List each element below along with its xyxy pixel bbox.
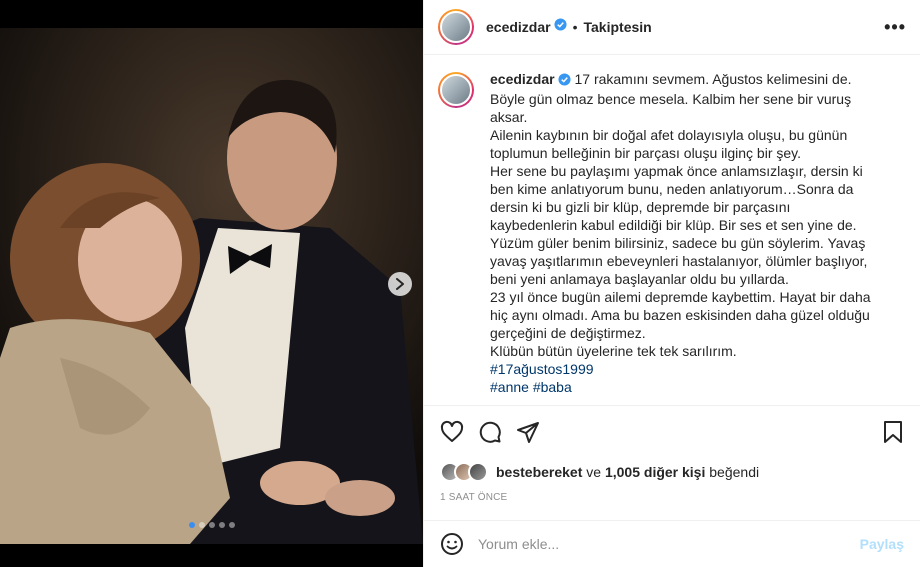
post-actions-area: bestebereket ve 1,005 diğer kişi beğendi… xyxy=(424,405,920,503)
post-header: ecedizdar • Takiptesin ••• xyxy=(424,0,920,55)
carousel-dot xyxy=(218,522,225,528)
caption-text: 17 rakamını sevmem. Ağustos kelimesini d… xyxy=(574,71,852,87)
couple-photo-illustration xyxy=(0,28,423,544)
caption-line: kaybedenlerin kabul edildiği bir klüp. B… xyxy=(490,217,857,233)
caption-line: toplumun belleğinin bir parçası oluşu il… xyxy=(490,145,802,161)
avatar[interactable] xyxy=(468,462,488,482)
chevron-right-icon xyxy=(396,278,404,290)
caption-line: yavaş yaşıtlarımın ebeveynleri hastalanı… xyxy=(490,253,868,269)
caption-username[interactable]: ecedizdar xyxy=(490,71,555,87)
post-photo[interactable] xyxy=(0,28,423,544)
comment-bubble-icon[interactable] xyxy=(478,420,502,444)
share-paper-plane-icon[interactable] xyxy=(516,420,540,444)
caption-line: gerçeğini de değiştirmez. xyxy=(490,325,646,341)
likes-suffix: beğendi xyxy=(709,464,760,480)
carousel-dot xyxy=(208,522,215,528)
carousel-indicator xyxy=(0,522,423,528)
likes-summary: bestebereket ve 1,005 diğer kişi beğendi xyxy=(424,460,920,484)
caption-line: dersin ki bu gizli bir klüp, depremde bi… xyxy=(490,199,791,215)
carousel-dot xyxy=(188,522,195,528)
author-avatar[interactable] xyxy=(438,9,474,45)
follow-status-button[interactable]: Takiptesin xyxy=(584,19,652,35)
more-options-icon[interactable]: ••• xyxy=(884,18,906,36)
action-bar xyxy=(424,406,920,458)
caption-body: ecedizdar 17 rakamını sevmem. Ağustos ke… xyxy=(490,70,871,404)
carousel-dot xyxy=(198,522,205,528)
post-panel: ecedizdar • Takiptesin ••• ecedizdar 17 … xyxy=(423,0,920,567)
caption-avatar[interactable] xyxy=(438,72,474,108)
like-heart-icon[interactable] xyxy=(440,420,464,444)
comment-input[interactable] xyxy=(478,536,860,552)
hashtag-link[interactable]: #17ağustos1999 xyxy=(490,360,871,378)
caption-line: Böyle gün olmaz bence mesela. Kalbim her… xyxy=(490,91,852,107)
caption-line: aksar. xyxy=(490,109,528,125)
likes-connector: ve xyxy=(586,464,602,480)
caption-line: Ailenin kaybının bir doğal afet dolayısı… xyxy=(490,127,848,143)
caption-line: Her sene bu paylaşımı yapmak önce anlams… xyxy=(490,163,863,179)
comment-box: Paylaş xyxy=(424,520,920,567)
bookmark-icon[interactable] xyxy=(882,420,904,444)
verified-badge-icon xyxy=(558,72,571,90)
liker-avatars xyxy=(440,462,488,482)
caption-line: hiç aynı olmadı. Ama bu bazen eskisinden… xyxy=(490,307,870,323)
carousel-next-button[interactable] xyxy=(388,272,412,296)
post-caption: ecedizdar 17 rakamını sevmem. Ağustos ke… xyxy=(438,70,908,404)
liker-username[interactable]: bestebereket xyxy=(496,464,582,480)
emoji-smiley-icon[interactable] xyxy=(440,532,464,556)
carousel-dot xyxy=(228,522,235,528)
caption-line: Klübün bütün üyelerine tek tek sarılırım… xyxy=(490,343,737,359)
hashtag-link[interactable]: #anne #baba xyxy=(490,378,871,396)
likes-count-link[interactable]: 1,005 diğer kişi xyxy=(605,464,705,480)
author-username[interactable]: ecedizdar xyxy=(486,19,551,35)
post-comment-button[interactable]: Paylaş xyxy=(860,536,904,552)
header-separator: • xyxy=(572,19,578,35)
caption-line: beni yeni anlamaya başlayanlar oldu bu y… xyxy=(490,271,789,287)
caption-line: Yüzüm güler benim bilirsiniz, sadece bu … xyxy=(490,235,866,251)
post-timestamp[interactable]: 1 SAAT ÖNCE xyxy=(424,492,920,503)
post-media xyxy=(0,0,423,567)
caption-line: ecedizdar 17 rakamını sevmem. Ağustos ke… xyxy=(490,70,871,90)
caption-line: ben kime anlatıyorum bunu, neden anlatıy… xyxy=(490,181,854,197)
verified-badge-icon xyxy=(554,18,567,36)
caption-line: 23 yıl önce bugün ailemi depremde kaybet… xyxy=(490,289,871,305)
